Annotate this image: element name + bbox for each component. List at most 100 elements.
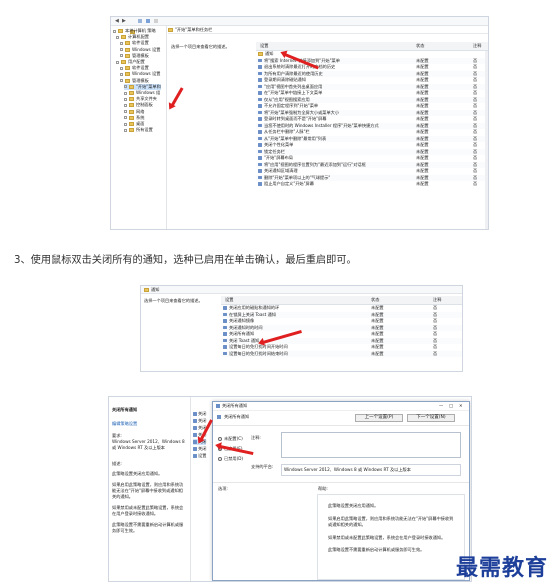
table-row[interactable]: 登录期间清除磁贴通知 未配置 否: [256, 77, 488, 83]
expand-icon[interactable]: [124, 116, 127, 120]
folder-icon: [129, 128, 134, 133]
expand-icon[interactable]: [120, 66, 123, 70]
radio-disabled[interactable]: 已禁用(D): [218, 456, 243, 462]
table-row[interactable]: 退出系统时清除最近打开的文档的历史 未配置 否: [256, 64, 488, 70]
expand-icon[interactable]: [124, 110, 127, 114]
setting-name: 设置每日的免打扰时间结束时间: [229, 350, 288, 356]
table-row[interactable]: 在锁屏上关闭 Toast 通知 未配置 否: [221, 311, 462, 318]
expand-icon[interactable]: [116, 60, 119, 64]
setting-note: 否: [433, 318, 438, 324]
comment-textarea[interactable]: [281, 432, 461, 458]
column-header-note[interactable]: 注释: [473, 43, 481, 49]
minimize-icon[interactable]: —: [439, 403, 443, 409]
list-item[interactable]: 关闭: [193, 446, 206, 452]
radio-circle[interactable]: [218, 437, 222, 441]
tree-item[interactable]: 网络: [124, 109, 144, 115]
column-header-setting[interactable]: 设置: [260, 43, 268, 49]
close-icon[interactable]: ✕: [459, 403, 463, 409]
expand-icon[interactable]: [124, 122, 127, 126]
vertical-scrollbar[interactable]: [485, 51, 488, 229]
tree-item[interactable]: 控制面板: [124, 102, 153, 108]
column-header-setting[interactable]: 设置: [225, 297, 233, 303]
table-row[interactable]: 删除"开始"菜单项以上的"气球提示" 未配置 否: [256, 174, 488, 181]
expand-icon[interactable]: [113, 29, 116, 33]
list-item[interactable]: 关闭: [193, 411, 206, 417]
table-row[interactable]: 关闭个性化菜单 未配置 否: [256, 142, 488, 148]
expand-icon[interactable]: [120, 48, 123, 52]
table-row[interactable]: 不允许固定程序到"开始"菜单 未配置 否: [256, 103, 488, 109]
table-row[interactable]: 为所有用户清除最近的使用历史 未配置 否: [256, 70, 488, 77]
filter-icon[interactable]: [154, 19, 158, 23]
expand-icon[interactable]: [120, 79, 123, 83]
policy-icon: [258, 156, 262, 160]
table-row[interactable]: 登录时转到桌面而不是"开始"屏幕 未配置 否: [256, 116, 488, 122]
expand-icon[interactable]: [124, 128, 127, 132]
tree-item[interactable]: Windows 设置: [120, 71, 160, 77]
expand-icon[interactable]: [120, 54, 123, 58]
table-row[interactable]: 当您不使用时的 Windows Installer 程序"开始"菜单快捷方式 未配…: [256, 122, 488, 129]
folder-icon: [129, 109, 134, 114]
back-icon[interactable]: ◀: [115, 18, 119, 24]
setting-note: 否: [473, 122, 478, 128]
expand-icon[interactable]: [116, 35, 119, 39]
expand-icon[interactable]: [120, 72, 123, 76]
folder-icon: [129, 103, 134, 108]
list-item[interactable]: 设置: [193, 453, 206, 459]
setting-note: 否: [473, 90, 478, 96]
table-row[interactable]: 关闭通知镜像 未配置 否: [221, 318, 462, 324]
table-row[interactable]: 将"应用"视图的程序位置列为"最近添加到"运行"对话框 未配置 否: [256, 161, 488, 168]
edit-policy-link[interactable]: 编辑策略设置: [112, 421, 137, 427]
tree-item[interactable]: 管理模板: [120, 53, 149, 59]
tree-item[interactable]: "开始"菜单和: [124, 83, 161, 90]
expand-icon[interactable]: [124, 103, 127, 107]
options-label: 选项:: [218, 486, 228, 491]
table-row[interactable]: 阻止用户自定义"开始"屏幕 未配置 否: [256, 181, 488, 187]
forward-icon[interactable]: ▶: [122, 18, 126, 24]
expand-icon[interactable]: [124, 85, 127, 89]
table-row[interactable]: 关闭通知时的时间 未配置 否: [221, 324, 462, 331]
table-row[interactable]: 设置每日的免打扰时间结束时间 未配置 否: [221, 350, 462, 357]
folder-icon: [129, 122, 134, 126]
table-row[interactable]: "开始"屏幕布局 未配置 否: [256, 155, 488, 161]
maximize-icon[interactable]: □: [449, 403, 453, 409]
column-header-state[interactable]: 状态: [371, 297, 379, 303]
table-row[interactable]: 在"开始"菜单中链接上下文菜单 未配置 否: [256, 90, 488, 96]
description-body: 此策略设置关闭应用通知。 如果启用此策略设置，则应用和系统功能无法在"开始"屏幕中…: [112, 471, 186, 539]
tree-item[interactable]: 所有设置: [124, 127, 153, 133]
toolbar: ◀ ▶: [111, 17, 488, 34]
setting-name: 通知: [265, 51, 274, 57]
column-header-note[interactable]: 注释: [433, 297, 441, 303]
table-row[interactable]: 将"开始"菜单强制为全屏大小或菜单大小 未配置 否: [256, 109, 488, 116]
breadcrumb-label: 通知: [151, 286, 160, 292]
table-row[interactable]: 关闭通知区域清理 未配置 否: [256, 168, 488, 174]
tree-item-label: "开始"菜单和: [136, 83, 161, 89]
expand-icon[interactable]: [120, 41, 123, 45]
properties-icon[interactable]: [138, 19, 142, 23]
list-item[interactable]: 关闭: [193, 418, 206, 424]
tree-item[interactable]: 系统: [124, 115, 144, 121]
setting-note: 否: [433, 324, 438, 330]
tree-item[interactable]: Windows 设置: [120, 47, 160, 53]
breadcrumb: 通知: [141, 286, 462, 294]
previous-setting-button[interactable]: 上一个设置(P): [355, 414, 403, 422]
radio-circle[interactable]: [218, 457, 222, 461]
table-row[interactable]: 锁定任务栏 未配置 否: [256, 148, 488, 155]
radio-not-configured[interactable]: 未配置(C): [218, 436, 243, 442]
table-row[interactable]: 从"开始"菜单中删除"最常用"列表 未配置 否: [256, 135, 488, 142]
table-row[interactable]: 仅从"应用"视图搜索应用 未配置 否: [256, 96, 488, 103]
tree-item[interactable]: 管理模板: [120, 78, 149, 84]
next-setting-button[interactable]: 下一个设置(N): [407, 414, 455, 422]
table-row[interactable]: "应用"视图中首先列出桌面应用 未配置 否: [256, 83, 488, 90]
expand-icon[interactable]: [124, 91, 127, 95]
help-icon[interactable]: [146, 19, 150, 23]
paragraph: 如果启用此策略设置，则应用和系统功能无法在"开始"屏幕中接收到或通知相关的通知。: [328, 515, 454, 528]
table-row[interactable]: 设置每日的免打扰时间开始时间未配置否: [221, 344, 462, 350]
table-row[interactable]: 关闭应用的磁贴和通知的环 未配置 否: [221, 305, 462, 311]
tree-item[interactable]: 软件设置: [120, 40, 149, 46]
table-row[interactable]: 关闭所有通知 未配置 否: [221, 331, 462, 337]
table-row[interactable]: 从任务栏中删除"人脉"栏 未配置 否: [256, 129, 488, 135]
column-header-state[interactable]: 状态: [416, 43, 424, 49]
gpedit-screenshot-3: 关闭所有通知 编辑策略设置 要求: Windows Server 2012、Wi…: [108, 396, 472, 582]
expand-icon[interactable]: [124, 97, 127, 101]
table-row[interactable]: 将"搜索 Internet"链接添加到"开始"菜单 未配置否: [256, 57, 488, 64]
